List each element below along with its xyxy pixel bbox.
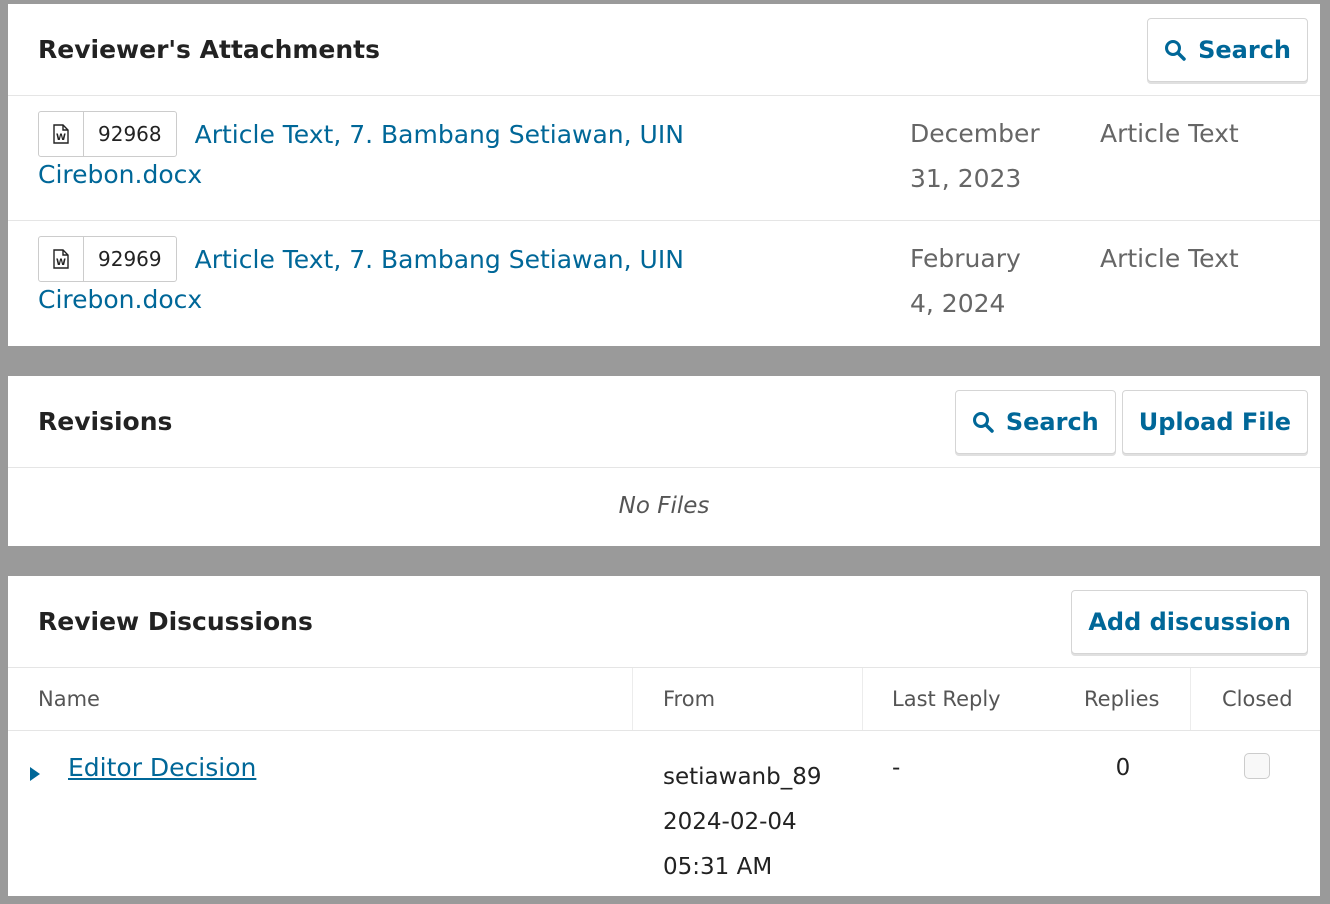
file-type: Article Text: [1100, 244, 1239, 273]
discussion-link[interactable]: Editor Decision: [68, 753, 256, 782]
last-reply: -: [892, 755, 901, 781]
file-row: W 92968 Article Text, 7. Bambang Setiawa…: [8, 96, 1320, 221]
word-file-icon: W: [39, 237, 84, 281]
panel-title: Reviewer's Attachments: [38, 35, 381, 64]
search-button[interactable]: Search: [1147, 17, 1308, 82]
replies-count: 0: [1115, 755, 1131, 781]
file-date: February 4, 2024: [910, 236, 1060, 326]
column-header-from: From: [663, 687, 716, 711]
file-date-line1: February: [910, 244, 1021, 273]
panel-header: Revisions Search Upload File: [8, 376, 1320, 468]
file-link[interactable]: Article Text, 7. Bambang Setiawan, UIN: [195, 120, 684, 149]
column-header-last-reply: Last Reply: [892, 687, 1001, 711]
discussion-from: setiawanb_89 2024-02-04 05:31 AM: [663, 755, 821, 890]
file-type: Article Text: [1100, 119, 1239, 148]
from-date: 2024-02-04: [663, 809, 797, 835]
file-badge: W 92968: [38, 111, 177, 157]
file-date-line2: 31, 2023: [910, 164, 1022, 193]
file-badge: W 92969: [38, 236, 177, 282]
file-row: W 92969 Article Text, 7. Bambang Setiawa…: [8, 221, 1320, 346]
from-time: 05:31 AM: [663, 854, 773, 880]
column-header-replies: Replies: [1084, 687, 1160, 711]
file-link-continued[interactable]: Cirebon.docx: [38, 285, 202, 314]
column-header-name: Name: [38, 687, 100, 711]
from-user: setiawanb_89: [663, 764, 822, 790]
panel-header: Reviewer's Attachments Search: [8, 4, 1320, 96]
file-date: December 31, 2023: [910, 111, 1060, 201]
search-button[interactable]: Search: [954, 389, 1116, 454]
word-file-icon: W: [39, 112, 84, 156]
revisions-panel: Revisions Search Upload File No Files: [8, 376, 1320, 546]
search-button-label: Search: [1198, 35, 1291, 64]
search-icon: [972, 411, 994, 433]
closed-checkbox[interactable]: [1244, 753, 1270, 779]
file-id: 92969: [98, 247, 162, 271]
review-discussions-panel: Review Discussions Add discussion Name F…: [8, 576, 1320, 896]
search-icon: [1165, 39, 1186, 61]
file-id: 92968: [98, 122, 162, 146]
file-link[interactable]: Article Text, 7. Bambang Setiawan, UIN: [195, 245, 684, 274]
upload-file-button[interactable]: Upload File: [1121, 389, 1308, 454]
svg-text:W: W: [56, 258, 66, 268]
empty-message: No Files: [618, 493, 710, 519]
panel-title: Revisions: [38, 407, 173, 436]
reviewer-attachments-panel: Reviewer's Attachments Search W 92968 Ar…: [8, 4, 1320, 346]
panel-title: Review Discussions: [38, 607, 313, 636]
add-discussion-button[interactable]: Add discussion: [1071, 589, 1308, 654]
column-header-closed: Closed: [1222, 687, 1293, 711]
panel-header: Review Discussions Add discussion: [8, 576, 1320, 668]
svg-text:W: W: [56, 133, 66, 143]
search-button-label: Search: [1005, 407, 1099, 436]
table-row: Editor Decision setiawanb_89 2024-02-04 …: [8, 731, 1320, 896]
table-header: Name From Last Reply Replies Closed: [8, 668, 1320, 731]
file-link-continued[interactable]: Cirebon.docx: [38, 160, 202, 189]
file-date-line2: 4, 2024: [910, 289, 1006, 318]
file-date-line1: December: [910, 119, 1040, 148]
triangle-right-icon[interactable]: [30, 767, 40, 781]
